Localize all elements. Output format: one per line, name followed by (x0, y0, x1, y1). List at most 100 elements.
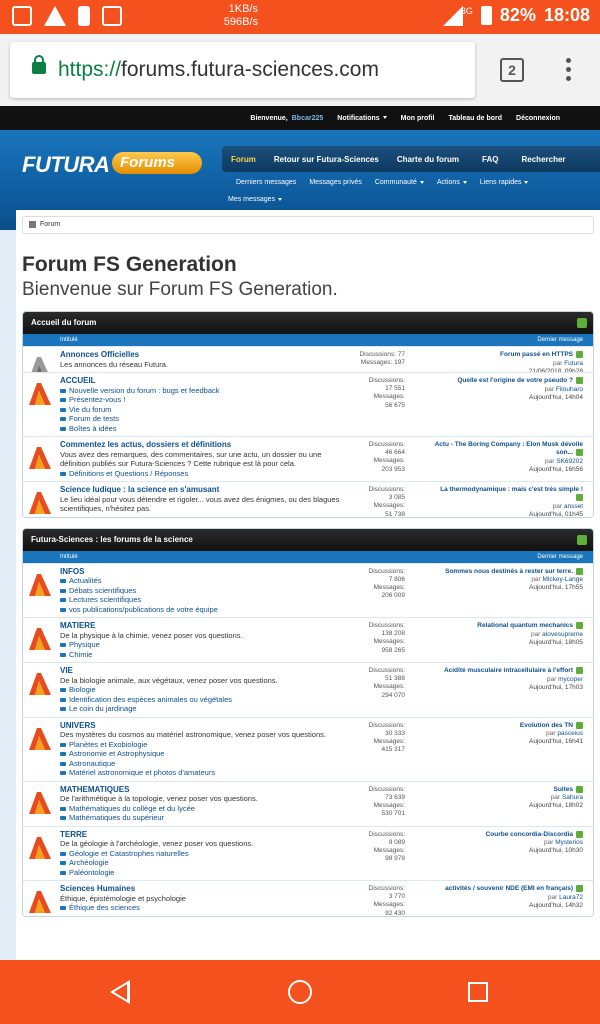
last-post-author[interactable]: mycoper (558, 676, 583, 683)
subforum-link[interactable]: Identification des espèces animales ou v… (60, 695, 344, 705)
go-to-post-icon[interactable] (576, 885, 583, 892)
go-to-post-icon[interactable] (576, 494, 583, 502)
last-post-title[interactable]: Forum passé en HTTPS (500, 351, 573, 358)
go-to-post-icon[interactable] (576, 721, 583, 729)
last-post-author[interactable]: Mysterios (555, 839, 583, 846)
subnav-community[interactable]: Communauté (375, 179, 424, 186)
forum-title[interactable]: Commentez les actus, dossiers et définit… (60, 440, 344, 450)
last-post-author[interactable]: alovesupreme (542, 631, 583, 638)
subnav-quicklinks[interactable]: Liens rapides (480, 179, 529, 186)
last-post-author[interactable]: Sahura (562, 794, 583, 801)
subforum-link[interactable]: Vie du forum (60, 405, 344, 415)
subforum-link[interactable]: vos publications/publications de votre é… (60, 605, 344, 615)
subforum-link[interactable]: Nouvelle version du forum : bugs et feed… (60, 386, 344, 396)
subforum-link[interactable]: Astronomie et Astrophysique (60, 749, 344, 759)
go-to-post-icon[interactable] (576, 785, 583, 793)
nav-faq[interactable]: FAQ (468, 155, 512, 164)
home-button-icon[interactable] (288, 980, 312, 1004)
last-post-title[interactable]: Quelle est l'origine de votre pseudo ? (457, 377, 573, 384)
last-post-author[interactable]: Filouharo (556, 386, 583, 393)
last-post-title[interactable]: La thermodynamique : mais c'est très sim… (440, 486, 583, 493)
last-post-author[interactable]: Mickey-Lange (543, 576, 583, 583)
subforum-link[interactable]: Géologie et Catastrophes naturelles (60, 849, 344, 859)
last-post-title[interactable]: Relational quantum mechanics (477, 622, 573, 629)
nav-search[interactable]: Rechercher (513, 155, 575, 164)
go-to-post-icon[interactable] (576, 830, 583, 838)
last-post-author[interactable]: SK69202 (556, 458, 583, 465)
address-bar[interactable]: https://forums.futura-sciences.com (10, 42, 475, 98)
forum-title[interactable]: Science ludique : la science en s'amusan… (60, 485, 344, 495)
forum-title[interactable]: MATIERE (60, 621, 344, 631)
subnav-pm[interactable]: Messages privés (309, 179, 362, 186)
forum-title[interactable]: TERRE (60, 830, 344, 840)
last-post-title[interactable]: Actu - The Boring Company : Elon Musk dé… (435, 441, 583, 457)
go-to-post-icon[interactable] (576, 449, 583, 457)
last-post-title[interactable]: Suites (553, 786, 573, 793)
subforum-link[interactable]: Éthique des sciences (60, 903, 344, 913)
forums-logo[interactable]: Forums (112, 152, 202, 174)
subforum-link[interactable]: Débats scientifiques (60, 586, 344, 596)
futura-logo[interactable]: FUTURA (22, 152, 110, 178)
last-post-title[interactable]: Acidité musculaire intracellulaire à l'e… (444, 667, 573, 674)
subforum-link[interactable]: Chimie (60, 650, 344, 660)
logout-link[interactable]: Déconnexion (516, 115, 560, 122)
recents-icon[interactable] (468, 982, 488, 1002)
last-post-author[interactable]: Futura (564, 360, 583, 367)
last-post-title[interactable]: Sommes nous destinés à rester sur terre. (445, 568, 573, 575)
subforum-link[interactable]: Planètes et Exobiologie (60, 740, 344, 750)
subforum-link[interactable]: Actualités (60, 576, 344, 586)
overflow-menu-icon[interactable] (566, 58, 572, 85)
last-post-author[interactable]: ansset (564, 503, 583, 510)
nav-charter[interactable]: Charte du forum (388, 155, 468, 164)
notifications-menu[interactable]: Notifications (337, 115, 387, 122)
subforum-link[interactable]: Le coin du jardinage (60, 704, 344, 714)
nav-forum[interactable]: Forum (222, 155, 265, 164)
go-to-post-icon[interactable] (576, 377, 583, 384)
url-text[interactable]: https://forums.futura-sciences.com (58, 58, 379, 82)
my-profile-link[interactable]: Mon profil (401, 115, 435, 122)
subforum-link[interactable]: Paléontologie (60, 868, 344, 878)
network-speed: 1KB/s 596B/s (223, 3, 258, 28)
last-post-title[interactable]: activités / souvenir NDE (EMI en françai… (445, 885, 573, 892)
welcome-text: Bienvenue, (250, 114, 288, 122)
subforum-link[interactable]: Matériel astronomique et photos d'amateu… (60, 768, 344, 778)
nav-back-futura[interactable]: Retour sur Futura-Sciences (265, 155, 388, 164)
last-post-author[interactable]: Laura72 (559, 894, 583, 901)
subforum-link[interactable]: Archéologie (60, 858, 344, 868)
subforum-link[interactable]: Physique (60, 640, 344, 650)
forum-title[interactable]: Annonces Officielles (60, 350, 344, 360)
subforum-link[interactable]: Présentez-vous ! (60, 395, 344, 405)
go-to-post-icon[interactable] (576, 622, 583, 629)
dashboard-link[interactable]: Tableau de bord (449, 115, 503, 122)
subforum-link[interactable]: Mathématiques du supérieur (60, 813, 344, 823)
subnav-actions[interactable]: Actions (437, 179, 467, 186)
subnav-latest[interactable]: Derniers messages (236, 179, 296, 186)
subforum-link[interactable]: Mathématiques du collège et du lycée (60, 804, 344, 814)
back-icon[interactable] (110, 980, 130, 1004)
collapse-icon[interactable] (577, 318, 587, 328)
subnav-my-messages[interactable]: Mes messages (228, 196, 283, 203)
go-to-post-icon[interactable] (576, 667, 583, 674)
subforum-link[interactable]: Lectures scientifiques (60, 595, 344, 605)
subforum-link[interactable]: Boîtes à idées (60, 424, 344, 434)
forum-title[interactable]: ACCUEIL (60, 376, 344, 386)
breadcrumb[interactable]: Forum (22, 216, 594, 234)
go-to-post-icon[interactable] (576, 567, 583, 575)
forum-title[interactable]: Sciences Humaines (60, 884, 344, 894)
last-post-title[interactable]: Courbe concordia-Discordia (486, 831, 573, 838)
battery-plus-icon (78, 6, 90, 26)
tab-switcher-button[interactable]: 2 (500, 58, 524, 82)
forum-title[interactable]: UNIVERS (60, 721, 344, 731)
subforum-link[interactable]: Astronautique (60, 759, 344, 769)
username-link[interactable]: Bbcar225 (292, 115, 324, 122)
forum-title[interactable]: VIE (60, 666, 344, 676)
forum-title[interactable]: MATHEMATIQUES (60, 785, 344, 795)
last-post-title[interactable]: Evolution des TN (520, 722, 573, 729)
subforum-link[interactable]: Définitions et Questions / Réponses (60, 469, 344, 479)
last-post-author[interactable]: pasceius (557, 730, 583, 737)
go-to-post-icon[interactable] (576, 351, 583, 358)
subforum-link[interactable]: Biologie (60, 685, 344, 695)
forum-title[interactable]: INFOS (60, 567, 344, 577)
collapse-icon[interactable] (577, 534, 587, 545)
subforum-link[interactable]: Forum de tests (60, 414, 344, 424)
